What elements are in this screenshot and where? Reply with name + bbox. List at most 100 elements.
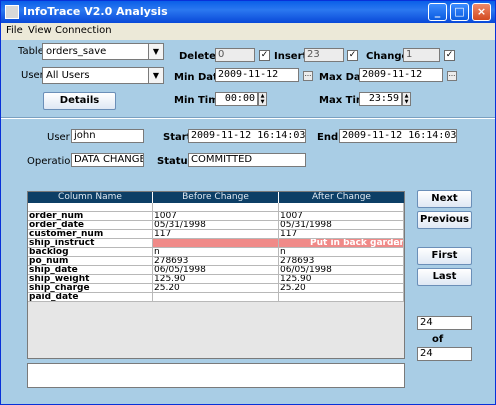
table-row[interactable]: po_num 278693 278693 — [28, 257, 404, 266]
cell-before: 25.20 — [153, 284, 279, 292]
cell-after: 06/05/1998 — [279, 266, 404, 274]
cell-before — [153, 239, 279, 247]
end-field: 2009-11-12 16:14:03 — [339, 129, 457, 143]
table-row-highlighted[interactable]: ship_instruct Put in back garden ... — [28, 239, 404, 248]
cell-column-name: po_num — [28, 257, 153, 265]
table-row[interactable] — [28, 203, 404, 212]
table-row[interactable]: paid_date — [28, 293, 404, 302]
user-select-value: All Users — [46, 70, 90, 81]
max-date-picker-button[interactable]: ... — [447, 71, 457, 81]
cell-before: 1007 — [153, 212, 279, 220]
app-icon — [5, 5, 19, 19]
section-divider — [1, 117, 495, 119]
total-record-field: 24 — [417, 347, 472, 361]
changes-field: 1 — [403, 48, 440, 62]
menu-bar: File View Connection — [1, 23, 495, 41]
cell-after-text: Put in back garden — [310, 239, 404, 247]
cell-before: 117 — [153, 230, 279, 238]
cell-before: n — [153, 248, 279, 256]
table-select[interactable]: orders_save ▼ — [42, 43, 164, 60]
table-label: Table — [18, 46, 44, 57]
cell-column-name: order_num — [28, 212, 153, 220]
cell-after: 25.20 — [279, 284, 404, 292]
cell-column-name: ship_instruct — [28, 239, 153, 247]
previous-button[interactable]: Previous — [417, 211, 472, 229]
app-window: InfoTrace V2.0 Analysis _ □ × File View … — [0, 0, 496, 405]
record-user-label: User — [47, 132, 70, 143]
of-label: of — [432, 334, 444, 345]
start-field: 2009-11-12 16:14:03 — [188, 129, 306, 143]
table-row[interactable]: ship_charge 25.20 25.20 — [28, 284, 404, 293]
title-bar: InfoTrace V2.0 Analysis _ □ × — [1, 1, 495, 23]
chevron-down-icon[interactable]: ▼ — [148, 68, 163, 83]
deletes-checkbox[interactable]: ✓ — [259, 50, 270, 61]
cell-column-name — [28, 203, 153, 211]
column-header-after[interactable]: After Change — [279, 192, 404, 203]
table-select-value: orders_save — [46, 46, 107, 57]
cell-after: 117 — [279, 230, 404, 238]
end-label: End — [317, 132, 339, 143]
min-date-picker-button[interactable]: ... — [303, 71, 313, 81]
inserts-field: 23 — [304, 48, 344, 62]
close-icon[interactable]: × — [472, 3, 491, 21]
cell-after: Put in back garden ... — [279, 239, 404, 247]
status-field: COMMITTED — [188, 153, 306, 167]
cell-after: 05/31/1998 — [279, 221, 404, 229]
cell-column-name: order_date — [28, 221, 153, 229]
menu-connection[interactable]: Connection — [55, 25, 112, 36]
cell-before: 06/05/1998 — [153, 266, 279, 274]
changes-table: Column Name Before Change After Change o… — [27, 191, 405, 359]
max-time-spinner[interactable]: ▲ ▼ — [402, 92, 411, 106]
min-time-field[interactable]: 00:00 — [215, 92, 258, 106]
user-filter-label: User — [21, 70, 44, 81]
cell-before — [153, 293, 279, 301]
cell-after: 278693 — [279, 257, 404, 265]
cell-column-name: ship_date — [28, 266, 153, 274]
cell-column-name: ship_weight — [28, 275, 153, 283]
table-row[interactable]: customer_num 117 117 — [28, 230, 404, 239]
maximize-icon[interactable]: □ — [450, 3, 469, 21]
next-button[interactable]: Next — [417, 190, 472, 208]
minimize-icon[interactable]: _ — [428, 3, 447, 21]
table-header: Column Name Before Change After Change — [28, 192, 404, 203]
min-date-field[interactable]: 2009-11-12 — [215, 68, 299, 82]
cell-after: n — [279, 248, 404, 256]
last-button[interactable]: Last — [417, 268, 472, 286]
max-time-field[interactable]: 23:59 — [359, 92, 402, 106]
menu-file[interactable]: File — [6, 25, 23, 36]
inserts-checkbox[interactable]: ✓ — [347, 50, 358, 61]
cell-after — [279, 293, 404, 301]
cell-before: 125.90 — [153, 275, 279, 283]
cell-after — [279, 203, 404, 211]
max-date-field[interactable]: 2009-11-12 — [359, 68, 443, 82]
menu-view[interactable]: View — [28, 25, 52, 36]
cell-before: 05/31/1998 — [153, 221, 279, 229]
user-select[interactable]: All Users ▼ — [42, 67, 164, 84]
current-record-field[interactable]: 24 — [417, 316, 472, 330]
changes-checkbox[interactable]: ✓ — [444, 50, 455, 61]
record-user-field: john — [71, 129, 144, 143]
cell-column-name: backlog — [28, 248, 153, 256]
table-row[interactable]: order_num 1007 1007 — [28, 212, 404, 221]
details-button[interactable]: Details — [43, 92, 116, 110]
cell-column-name: customer_num — [28, 230, 153, 238]
cell-after-ellipsis: ... — [389, 239, 400, 247]
table-row[interactable]: ship_date 06/05/1998 06/05/1998 — [28, 266, 404, 275]
cell-before — [153, 203, 279, 211]
first-button[interactable]: First — [417, 247, 472, 265]
column-header-before[interactable]: Before Change — [153, 192, 279, 203]
min-time-spinner[interactable]: ▲ ▼ — [258, 92, 267, 106]
window-title: InfoTrace V2.0 Analysis — [23, 5, 168, 18]
table-row[interactable]: backlog n n — [28, 248, 404, 257]
table-row[interactable]: order_date 05/31/1998 05/31/1998 — [28, 221, 404, 230]
cell-before: 278693 — [153, 257, 279, 265]
operation-field: DATA CHANGED — [71, 153, 144, 167]
column-header-name[interactable]: Column Name — [28, 192, 153, 203]
operation-label: Operation — [27, 156, 77, 167]
cell-column-name: ship_charge — [28, 284, 153, 292]
cell-after: 1007 — [279, 212, 404, 220]
chevron-down-icon[interactable]: ▼ — [148, 44, 163, 59]
notes-textarea[interactable] — [27, 363, 405, 388]
table-row[interactable]: ship_weight 125.90 125.90 — [28, 275, 404, 284]
cell-column-name: paid_date — [28, 293, 153, 301]
